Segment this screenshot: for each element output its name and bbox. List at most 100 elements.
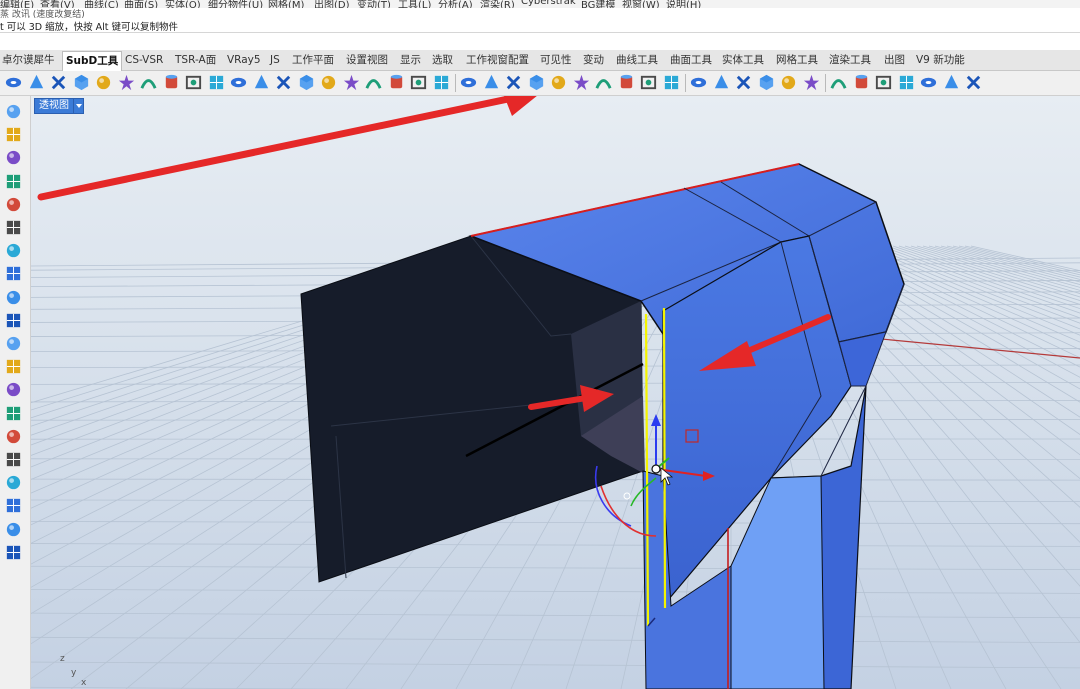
point-icon[interactable] (4, 288, 26, 308)
object-icon[interactable] (874, 73, 893, 92)
menu-item-14[interactable]: 视窗(W) (622, 0, 660, 8)
perspective-viewport[interactable]: 透视图 z y x (31, 96, 1080, 689)
patch-icon[interactable] (252, 73, 271, 92)
tab-4[interactable]: VRay5 (227, 53, 261, 69)
tab-11[interactable]: 可见性 (540, 53, 572, 69)
save-icon[interactable] (4, 450, 26, 470)
sweep-icon[interactable] (207, 73, 226, 92)
menu-item-4[interactable]: 实体(O) (165, 0, 201, 8)
grid-icon[interactable] (4, 543, 26, 563)
bridge-icon[interactable] (274, 73, 293, 92)
tab-10[interactable]: 工作视窗配置 (466, 53, 529, 69)
align-icon[interactable] (4, 380, 26, 400)
viewport-dropdown-icon[interactable] (73, 98, 84, 114)
merge-icon[interactable] (527, 73, 546, 92)
orbit-icon[interactable] (4, 125, 26, 145)
menu-item-11[interactable]: 渲染(R) (480, 0, 515, 8)
paraboloid-icon[interactable] (27, 73, 46, 92)
radial-icon[interactable] (4, 473, 26, 493)
tab-12[interactable]: 变动 (583, 53, 604, 69)
box-frame-icon[interactable] (639, 73, 658, 92)
viewport-title-tab[interactable]: 透视图 (34, 98, 74, 114)
cylinder-tool-icon[interactable] (4, 195, 26, 215)
menu-item-8[interactable]: 变动(T) (357, 0, 391, 8)
menu-item-9[interactable]: 工具(L) (398, 0, 431, 8)
tab-18[interactable]: 出图 (884, 53, 905, 69)
tab-0[interactable]: 卓尔谟犀牛 (2, 53, 55, 69)
tab-2[interactable]: CS-VSR (125, 53, 163, 69)
cone-icon[interactable] (4, 73, 23, 92)
ellipsoid-icon[interactable] (94, 73, 113, 92)
subd-sphere-icon[interactable] (617, 73, 636, 92)
match-icon[interactable] (802, 73, 821, 92)
menu-item-15[interactable]: 说明(H) (666, 0, 701, 8)
tab-7[interactable]: 设置视图 (346, 53, 388, 69)
tab-1[interactable]: SubD工具 (62, 51, 123, 71)
weld-icon[interactable] (459, 73, 478, 92)
menu-item-7[interactable]: 出图(D) (314, 0, 350, 8)
menu-item-12[interactable]: Cyberstrak (521, 0, 576, 7)
menu-item-2[interactable]: 曲线(C) (84, 0, 119, 8)
menu-item-13[interactable]: BG建模 (581, 0, 615, 8)
split-icon[interactable] (779, 73, 798, 92)
tab-14[interactable]: 曲面工具 (670, 53, 712, 69)
no-icon[interactable] (942, 73, 961, 92)
menu-item-5[interactable]: 细分物件(U) (208, 0, 263, 8)
settings-icon[interactable] (829, 73, 848, 92)
tab-8[interactable]: 显示 (400, 53, 421, 69)
viewport-scene[interactable] (31, 96, 1080, 689)
circle-icon[interactable] (4, 148, 26, 168)
extract-icon[interactable] (549, 73, 568, 92)
lattice-icon[interactable] (689, 73, 708, 92)
box-tool-icon[interactable] (4, 311, 26, 331)
bulb-icon[interactable] (919, 73, 938, 92)
cluster-icon[interactable] (4, 241, 26, 261)
number-3-icon[interactable] (4, 520, 26, 540)
arc-icon[interactable] (4, 264, 26, 284)
smooth-icon[interactable] (757, 73, 776, 92)
color-icon[interactable] (897, 73, 916, 92)
green-man-icon[interactable] (4, 404, 26, 424)
menu-item-3[interactable]: 曲面(S) (124, 0, 158, 8)
tab-16[interactable]: 网格工具 (776, 53, 818, 69)
stitch-icon[interactable] (572, 73, 591, 92)
convert-icon[interactable] (712, 73, 731, 92)
mirror-icon[interactable] (364, 73, 383, 92)
tab-13[interactable]: 曲线工具 (616, 53, 658, 69)
menu-item-10[interactable]: 分析(A) (438, 0, 473, 8)
tab-6[interactable]: 工作平面 (292, 53, 334, 69)
tab-3[interactable]: TSR-A面 (175, 53, 216, 69)
selected-edge-2[interactable] (662, 307, 667, 609)
loft-icon[interactable] (184, 73, 203, 92)
layers-icon[interactable] (964, 73, 983, 92)
pipe-icon[interactable] (162, 73, 181, 92)
tab-15[interactable]: 实体工具 (722, 53, 764, 69)
sphere-icon[interactable] (72, 73, 91, 92)
star-icon[interactable] (482, 73, 501, 92)
paint-icon[interactable] (4, 496, 26, 516)
tab-17[interactable]: 渲染工具 (829, 53, 871, 69)
slide-icon[interactable] (432, 73, 451, 92)
subd-display-icon[interactable] (734, 73, 753, 92)
symmetry-icon[interactable] (594, 73, 613, 92)
cylinder-icon[interactable] (49, 73, 68, 92)
menu-item-6[interactable]: 网格(M) (268, 0, 304, 8)
select-loop-icon[interactable] (662, 73, 681, 92)
pointer-icon[interactable] (4, 102, 26, 122)
torus-icon[interactable] (117, 73, 136, 92)
blend-icon[interactable] (4, 218, 26, 238)
bevel-icon[interactable] (387, 73, 406, 92)
tab-9[interactable]: 选取 (432, 53, 453, 69)
offset-icon[interactable] (342, 73, 361, 92)
cube-tool-icon[interactable] (4, 334, 26, 354)
subd-cube-icon[interactable] (504, 73, 523, 92)
gear-icon[interactable] (852, 73, 871, 92)
crease-icon[interactable] (297, 73, 316, 92)
cube-icon[interactable] (139, 73, 158, 92)
mirror-tool-icon[interactable] (4, 357, 26, 377)
tab-19[interactable]: V9 新功能 (916, 53, 965, 69)
fill-icon[interactable] (409, 73, 428, 92)
tab-5[interactable]: JS (270, 53, 280, 69)
insert-edge-icon[interactable] (319, 73, 338, 92)
cross-icon[interactable] (4, 427, 26, 447)
